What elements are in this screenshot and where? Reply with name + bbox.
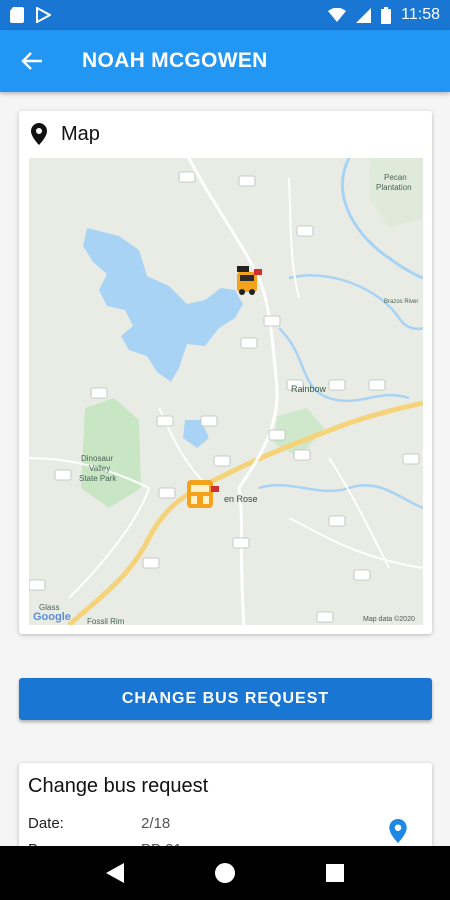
app-bar: NOAH MCGOWEN	[0, 30, 450, 92]
date-value: 2/18	[141, 815, 171, 832]
map-pin-icon	[31, 123, 47, 145]
location-pin-icon[interactable]	[389, 819, 407, 843]
nav-home-button[interactable]	[200, 848, 250, 898]
status-time: 11:58	[401, 6, 440, 23]
map-label-plantation: Plantation	[376, 183, 412, 192]
map-label-rainbow: Rainbow	[291, 384, 327, 394]
change-bus-request-button[interactable]: CHANGE BUS REQUEST	[19, 678, 432, 720]
map-title: Map	[61, 122, 100, 145]
nav-back-button[interactable]	[90, 848, 140, 898]
wifi-icon	[328, 8, 347, 22]
home-circle-icon	[215, 863, 235, 883]
map-view[interactable]: Pecan Plantation Rainbow Dinosaur Valley…	[29, 158, 423, 625]
map-label-brazos: Brazos River	[384, 299, 418, 305]
map-label-valley: Valley	[89, 464, 110, 473]
map-data-attribution: Map data ©2020	[363, 615, 415, 623]
back-button[interactable]	[4, 33, 60, 89]
map-label-pecan: Pecan	[384, 173, 407, 182]
nav-recents-button[interactable]	[310, 848, 360, 898]
request-card-title: Change bus request	[28, 775, 209, 797]
map-label-fossil-rim: Fossil Rim	[87, 617, 125, 625]
map-label-dinosaur: Dinosaur	[81, 454, 113, 463]
map-card: Map Pecan Plantation Rainbow Dinosaur Va…	[19, 111, 432, 634]
back-triangle-icon	[106, 863, 124, 883]
map-label-state-park: State Park	[79, 474, 117, 483]
date-label: Date:	[28, 815, 64, 832]
page-title: NOAH MCGOWEN	[82, 49, 268, 72]
arrow-left-icon	[21, 52, 42, 70]
signal-icon	[356, 7, 372, 23]
status-bar: 11:58	[0, 0, 450, 30]
google-logo: Google	[33, 611, 71, 623]
map-header: Map	[19, 111, 432, 157]
play-store-icon	[36, 7, 51, 23]
battery-icon	[381, 6, 392, 24]
map-label-glen-rose: en Rose	[224, 494, 258, 504]
system-nav-bar	[0, 846, 450, 900]
sd-card-icon	[10, 7, 24, 23]
state-park-area	[81, 398, 141, 508]
recents-square-icon	[326, 864, 344, 882]
map-canvas: Pecan Plantation Rainbow Dinosaur Valley…	[29, 158, 423, 625]
